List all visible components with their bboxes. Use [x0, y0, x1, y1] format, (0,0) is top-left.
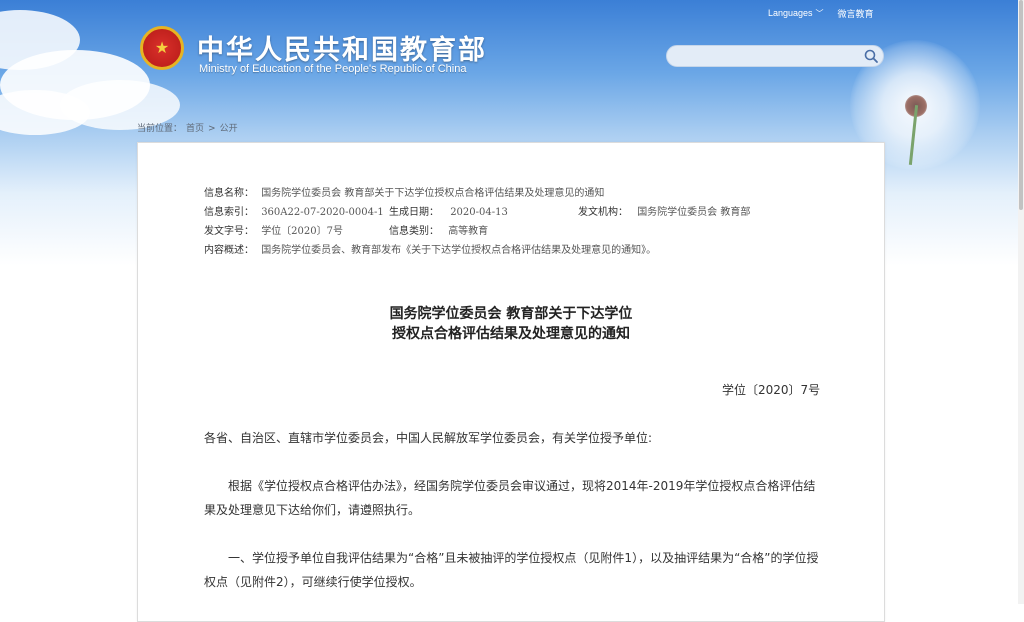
meta-date-label: 生成日期：	[389, 207, 439, 218]
document-number: 学位〔2020〕7号	[722, 383, 821, 397]
meta-date-value: 2020-04-13	[450, 207, 508, 218]
document-paragraph-2: 一、学位授予单位自我评估结果为“合格”且未被抽评的学位授权点（见附件1），以及抽…	[204, 551, 819, 589]
document-title-line1: 国务院学位委员会 教育部关于下达学位	[389, 306, 633, 322]
meta-category-value: 高等教育	[448, 226, 489, 237]
meta-docno-row: 发文字号： 学位〔2020〕7号	[204, 222, 343, 237]
breadcrumb: 当前位置： 首页 > 公开	[137, 121, 242, 134]
meta-index-row: 信息索引： 360A22-07-2020-0004-1	[204, 203, 384, 218]
wechat-link[interactable]: 微言教育	[838, 7, 874, 20]
search-box	[666, 45, 884, 67]
meta-index-value: 360A22-07-2020-0004-1	[261, 207, 384, 218]
breadcrumb-separator: >	[208, 124, 216, 134]
meta-docno-label: 发文字号：	[204, 226, 254, 237]
meta-name-value: 国务院学位委员会 教育部关于下达学位授权点合格评估结果及处理意见的通知	[261, 188, 605, 199]
page-scrollbar-thumb[interactable]	[1019, 0, 1023, 210]
languages-link[interactable]: Languages ﹀	[768, 8, 824, 19]
document-paragraph-1: 根据《学位授权点合格评估办法》，经国务院学位委员会审议通过，现将2014年-20…	[204, 479, 816, 517]
national-emblem-icon: ★	[140, 26, 184, 70]
breadcrumb-public[interactable]: 公开	[220, 124, 238, 134]
document-salutation: 各省、自治区、直辖市学位委员会，中国人民解放军学位委员会，有关学位授予单位:	[204, 431, 653, 445]
meta-category-label: 信息类别：	[389, 226, 439, 237]
search-input[interactable]	[677, 48, 861, 66]
site-subtitle: Ministry of Education of the People's Re…	[199, 63, 467, 75]
meta-name-row: 信息名称： 国务院学位委员会 教育部关于下达学位授权点合格评估结果及处理意见的通…	[204, 184, 604, 199]
meta-index-label: 信息索引：	[204, 207, 254, 218]
meta-summary-row: 内容概述： 国务院学位委员会、教育部发布《关于下达学位授权点合格评估结果及处理意…	[204, 241, 656, 256]
meta-category: 信息类别： 高等教育	[389, 222, 488, 237]
top-links: Languages ﹀ 微言教育	[768, 7, 874, 20]
meta-date: 生成日期： 2020-04-13	[389, 203, 508, 218]
languages-label: Languages	[768, 8, 813, 18]
site-title[interactable]: 中华人民共和国教育部	[197, 28, 487, 67]
chevron-down-icon: ﹀	[815, 9, 824, 18]
meta-summary-label: 内容概述：	[204, 245, 254, 256]
meta-summary-value: 国务院学位委员会、教育部发布《关于下达学位授权点合格评估结果及处理意见的通知》。	[261, 245, 657, 256]
meta-name-label: 信息名称：	[204, 188, 254, 199]
breadcrumb-label: 当前位置：	[137, 124, 183, 134]
document-title-line2: 授权点合格评估结果及处理意见的通知	[392, 326, 630, 342]
meta-issuer-label: 发文机构：	[578, 207, 628, 218]
meta-issuer-value: 国务院学位委员会 教育部	[637, 207, 751, 218]
breadcrumb-home[interactable]: 首页	[186, 124, 204, 134]
meta-issuer: 发文机构： 国务院学位委员会 教育部	[578, 203, 750, 218]
search-icon[interactable]	[863, 48, 879, 64]
meta-docno-value: 学位〔2020〕7号	[261, 226, 343, 237]
